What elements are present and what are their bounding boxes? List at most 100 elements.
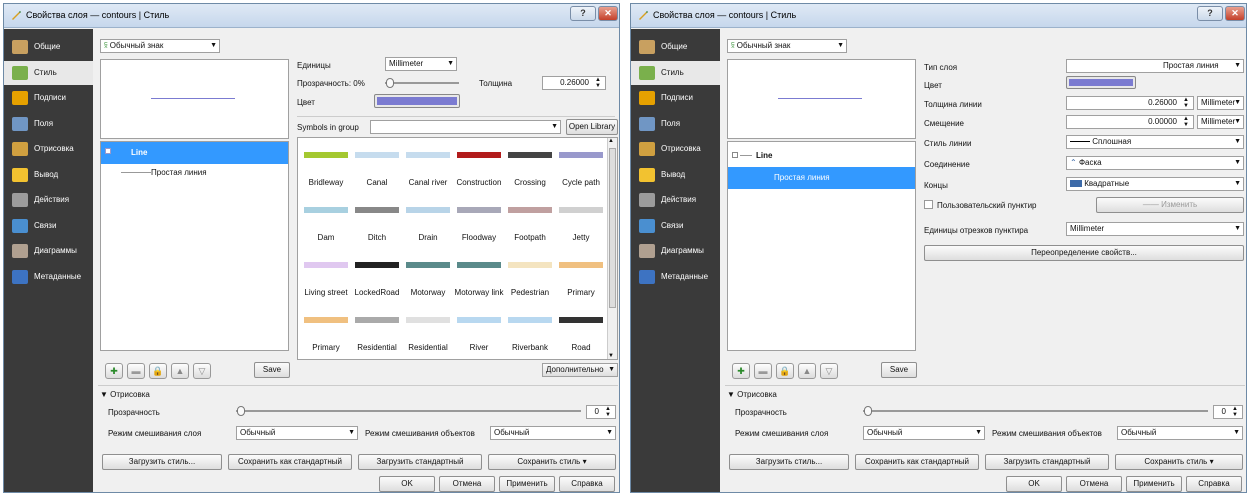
offset-unit-combo[interactable]: Millimeter ▼: [1197, 115, 1244, 129]
sidebar-item[interactable]: Общие: [4, 35, 93, 59]
lock-layer-button[interactable]: 🔒: [776, 363, 794, 379]
sidebar-item[interactable]: Вывод: [4, 163, 93, 187]
pen-width-unit-combo[interactable]: Millimeter ▼: [1197, 96, 1244, 110]
units-combo[interactable]: Millimeter ▼: [385, 57, 457, 71]
symbol-item[interactable]: Bridleway: [300, 140, 352, 192]
advanced-combo[interactable]: Дополнительно ▼: [542, 363, 618, 377]
data-defined-button[interactable]: Переопределение свойств...: [924, 245, 1244, 261]
layer-blend-combo[interactable]: Обычный ▼: [236, 426, 358, 440]
sidebar-item[interactable]: Отрисовка: [4, 137, 93, 161]
scrollbar-thumb[interactable]: [609, 148, 616, 308]
spin-arrows-icon[interactable]: ▲ ▼: [593, 77, 603, 89]
remove-layer-button[interactable]: ▬: [127, 363, 145, 379]
apply-button[interactable]: Применить: [1126, 476, 1182, 492]
open-library-button[interactable]: Open Library: [566, 119, 618, 135]
renderer-combo[interactable]: ⫁ Обычный знак ▼: [100, 39, 220, 53]
pen-style-combo[interactable]: Сплошная ▼: [1066, 135, 1244, 149]
cancel-button[interactable]: Отмена: [439, 476, 495, 492]
load-default-button[interactable]: Загрузить стандартный: [358, 454, 482, 470]
tree-item-line[interactable]: Line: [101, 142, 288, 164]
scroll-down-icon[interactable]: ▼: [608, 353, 614, 359]
change-dash-button[interactable]: —— Изменить: [1096, 197, 1244, 213]
transparency-slider[interactable]: [385, 78, 459, 88]
sidebar-item[interactable]: Метаданные: [631, 265, 720, 289]
sidebar-item[interactable]: Стиль: [4, 60, 93, 85]
sidebar-item[interactable]: Связи: [631, 214, 720, 238]
save-style-button[interactable]: Сохранить стиль ▾: [488, 454, 616, 470]
custom-dash-checkbox[interactable]: [924, 200, 933, 209]
offset-spinbox[interactable]: 0.00000 ▲ ▼: [1066, 115, 1194, 129]
save-style-button[interactable]: Сохранить стиль ▾: [1115, 454, 1243, 470]
color-button[interactable]: [374, 94, 460, 108]
symbol-item[interactable]: Footpath: [504, 195, 556, 247]
layer-transparency-slider[interactable]: [863, 406, 1208, 416]
symbol-item[interactable]: Canal river: [402, 140, 454, 192]
symbol-item[interactable]: Jetty: [555, 195, 607, 247]
slider-handle[interactable]: [237, 406, 245, 416]
load-style-button[interactable]: Загрузить стиль...: [729, 454, 849, 470]
sidebar-item[interactable]: Диаграммы: [4, 239, 93, 263]
sidebar-item[interactable]: Общие: [631, 35, 720, 59]
help-title-button[interactable]: ?: [570, 6, 596, 21]
symbol-item[interactable]: Drain: [402, 195, 454, 247]
help-button[interactable]: Справка: [1186, 476, 1242, 492]
spin-arrows-icon[interactable]: ▲ ▼: [1181, 116, 1191, 128]
sidebar-item[interactable]: Подписи: [4, 86, 93, 110]
symbol-item[interactable]: River: [453, 305, 505, 357]
symbol-item[interactable]: Residential: [402, 305, 454, 357]
spin-arrows-icon[interactable]: ▲ ▼: [1230, 406, 1240, 418]
layer-transparency-spinbox[interactable]: 0 ▲ ▼: [586, 405, 616, 419]
renderer-combo[interactable]: ⫁ Обычный знак ▼: [727, 39, 847, 53]
move-up-button[interactable]: ▲: [798, 363, 816, 379]
sidebar-item[interactable]: Отрисовка: [631, 137, 720, 161]
symbol-item[interactable]: LockedRoad: [351, 250, 403, 302]
symbol-item[interactable]: Pedestrian: [504, 250, 556, 302]
spin-arrows-icon[interactable]: ▲ ▼: [1181, 97, 1191, 109]
save-button[interactable]: Save: [881, 362, 917, 378]
grid-scrollbar[interactable]: ▲ ▼: [607, 138, 617, 359]
join-style-combo[interactable]: ⌃ Фаска ▼: [1066, 156, 1244, 170]
collapse-icon[interactable]: [105, 148, 111, 154]
sidebar-item[interactable]: Диаграммы: [631, 239, 720, 263]
symbol-item[interactable]: Construction: [453, 140, 505, 192]
spin-arrows-icon[interactable]: ▲ ▼: [603, 406, 613, 418]
tree-item-simple-line[interactable]: Простая линия: [728, 167, 915, 189]
layer-transparency-slider[interactable]: [236, 406, 581, 416]
width-spinbox[interactable]: 0.26000 ▲ ▼: [542, 76, 606, 90]
sidebar-item[interactable]: Связи: [4, 214, 93, 238]
help-button[interactable]: Справка: [559, 476, 615, 492]
close-title-button[interactable]: ✕: [1225, 6, 1245, 21]
layer-blend-combo[interactable]: Обычный ▼: [863, 426, 985, 440]
layer-type-combo[interactable]: Простая линия ▼: [1066, 59, 1244, 73]
save-default-button[interactable]: Сохранить как стандартный: [228, 454, 352, 470]
close-title-button[interactable]: ✕: [598, 6, 618, 21]
symbol-item[interactable]: Cycle path: [555, 140, 607, 192]
symbol-item[interactable]: Ditch: [351, 195, 403, 247]
move-down-button[interactable]: ▽: [193, 363, 211, 379]
symbol-item[interactable]: Motorway: [402, 250, 454, 302]
symbol-item[interactable]: Living street: [300, 250, 352, 302]
sidebar-item[interactable]: Поля: [4, 112, 93, 136]
layer-transparency-spinbox[interactable]: 0 ▲ ▼: [1213, 405, 1243, 419]
feature-blend-combo[interactable]: Обычный ▼: [490, 426, 616, 440]
move-down-button[interactable]: ▽: [820, 363, 838, 379]
symbol-item[interactable]: Primary: [300, 305, 352, 357]
load-default-button[interactable]: Загрузить стандартный: [985, 454, 1109, 470]
feature-blend-combo[interactable]: Обычный ▼: [1117, 426, 1243, 440]
slider-handle[interactable]: [864, 406, 872, 416]
sidebar-item[interactable]: Действия: [4, 188, 93, 212]
symbol-item[interactable]: Canal: [351, 140, 403, 192]
apply-button[interactable]: Применить: [499, 476, 555, 492]
scroll-up-icon[interactable]: ▲: [608, 138, 614, 144]
lock-layer-button[interactable]: 🔒: [149, 363, 167, 379]
help-title-button[interactable]: ?: [1197, 6, 1223, 21]
sidebar-item[interactable]: Действия: [631, 188, 720, 212]
pen-width-spinbox[interactable]: 0.26000 ▲ ▼: [1066, 96, 1194, 110]
dash-units-combo[interactable]: Millimeter ▼: [1066, 222, 1244, 236]
symbol-item[interactable]: Residential: [351, 305, 403, 357]
collapse-icon[interactable]: [732, 152, 738, 158]
ok-button[interactable]: OK: [1006, 476, 1062, 492]
sidebar-item[interactable]: Метаданные: [4, 265, 93, 289]
load-style-button[interactable]: Загрузить стиль...: [102, 454, 222, 470]
sidebar-item[interactable]: Поля: [631, 112, 720, 136]
